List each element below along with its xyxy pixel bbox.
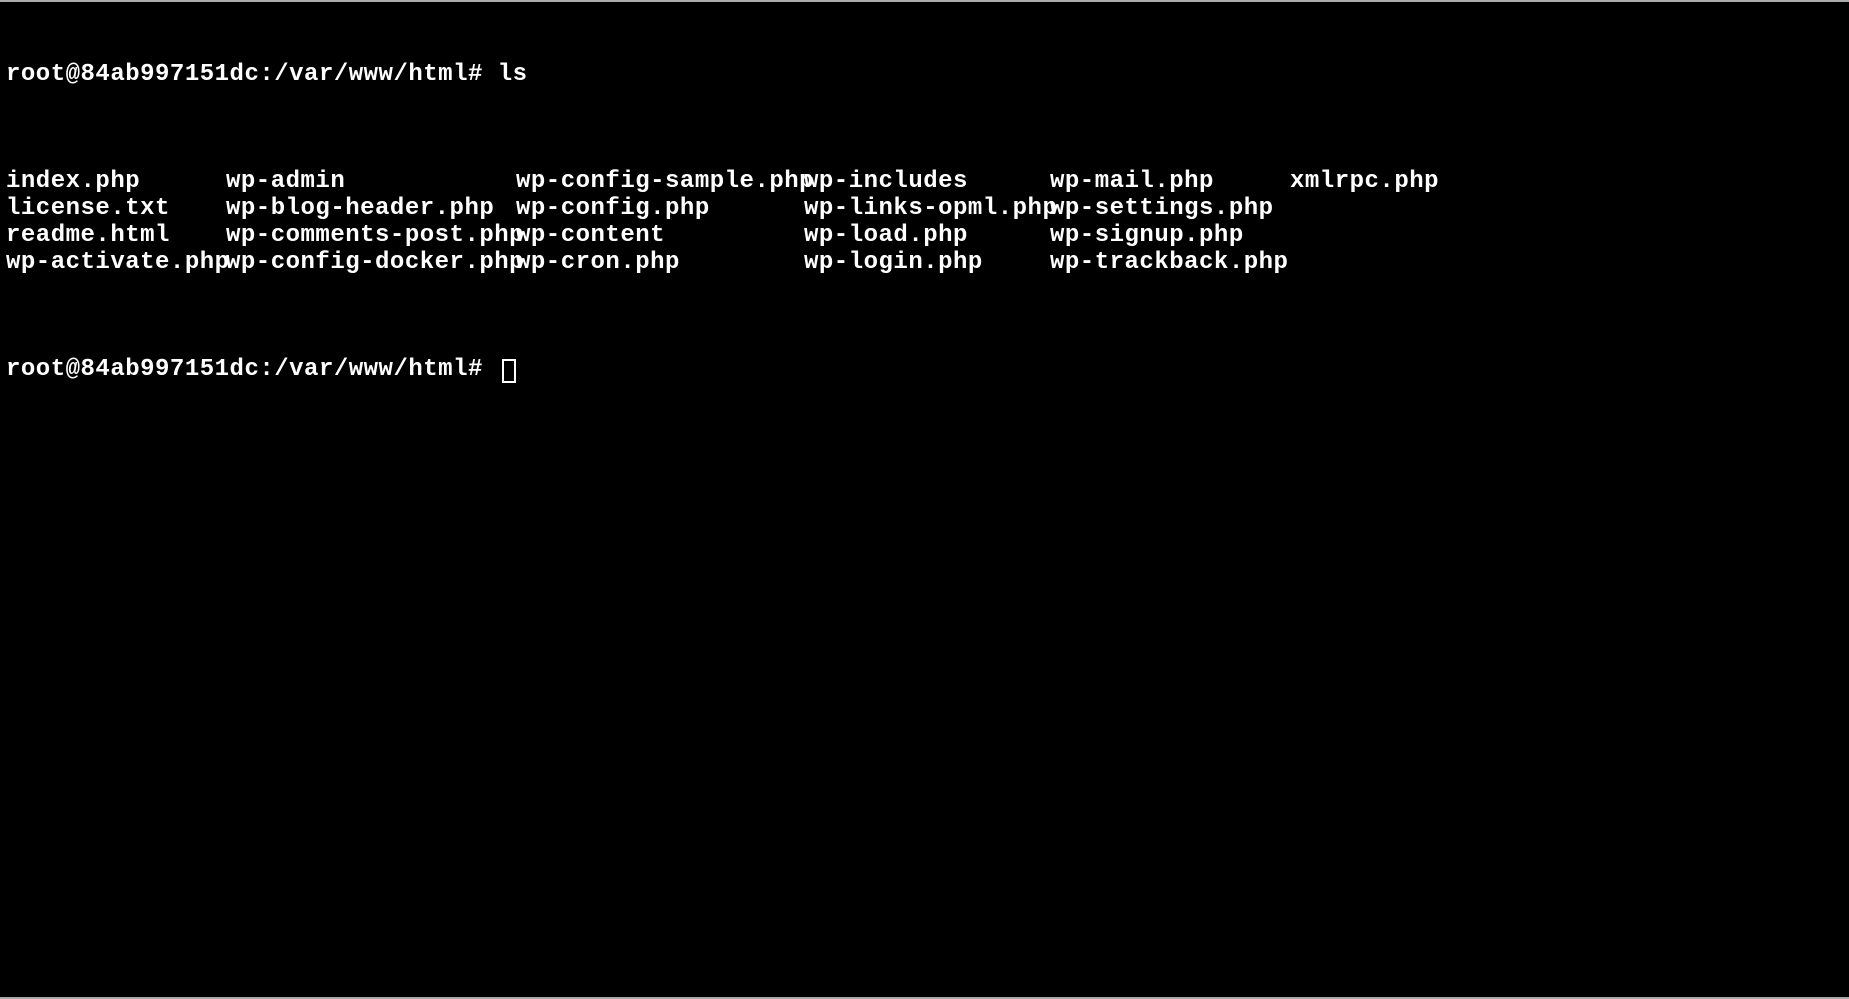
ls-file: xmlrpc.php (1290, 169, 1843, 196)
shell-command: ls (498, 62, 528, 89)
ls-file: wp-admin (226, 169, 516, 196)
shell-prompt: root@84ab997151dc:/var/www/html# (6, 62, 498, 89)
ls-output: index.php wp-admin wp-config-sample.php … (6, 169, 1843, 277)
ls-file: wp-cron.php (516, 250, 804, 277)
ls-file: wp-load.php (804, 223, 1050, 250)
shell-prompt: root@84ab997151dc:/var/www/html# (6, 357, 498, 384)
ls-file (1290, 196, 1843, 223)
ls-file: license.txt (6, 196, 226, 223)
ls-file: wp-includes (804, 169, 1050, 196)
cursor-icon (502, 359, 516, 383)
ls-file: wp-config-docker.php (226, 250, 516, 277)
ls-file: wp-content (516, 223, 804, 250)
ls-file: wp-signup.php (1050, 223, 1290, 250)
ls-file: readme.html (6, 223, 226, 250)
ls-file (1290, 223, 1843, 250)
ls-file (1290, 250, 1843, 277)
ls-file: wp-settings.php (1050, 196, 1290, 223)
ls-file: wp-config-sample.php (516, 169, 804, 196)
command-line-2[interactable]: root@84ab997151dc:/var/www/html# (6, 357, 1843, 384)
terminal-output[interactable]: root@84ab997151dc:/var/www/html# ls inde… (6, 8, 1843, 411)
ls-file: wp-config.php (516, 196, 804, 223)
ls-file: wp-mail.php (1050, 169, 1290, 196)
ls-file: wp-comments-post.php (226, 223, 516, 250)
ls-file: index.php (6, 169, 226, 196)
ls-file: wp-trackback.php (1050, 250, 1290, 277)
ls-file: wp-links-opml.php (804, 196, 1050, 223)
command-line-1: root@84ab997151dc:/var/www/html# ls (6, 62, 1843, 89)
ls-file: wp-blog-header.php (226, 196, 516, 223)
ls-file: wp-activate.php (6, 250, 226, 277)
ls-file: wp-login.php (804, 250, 1050, 277)
